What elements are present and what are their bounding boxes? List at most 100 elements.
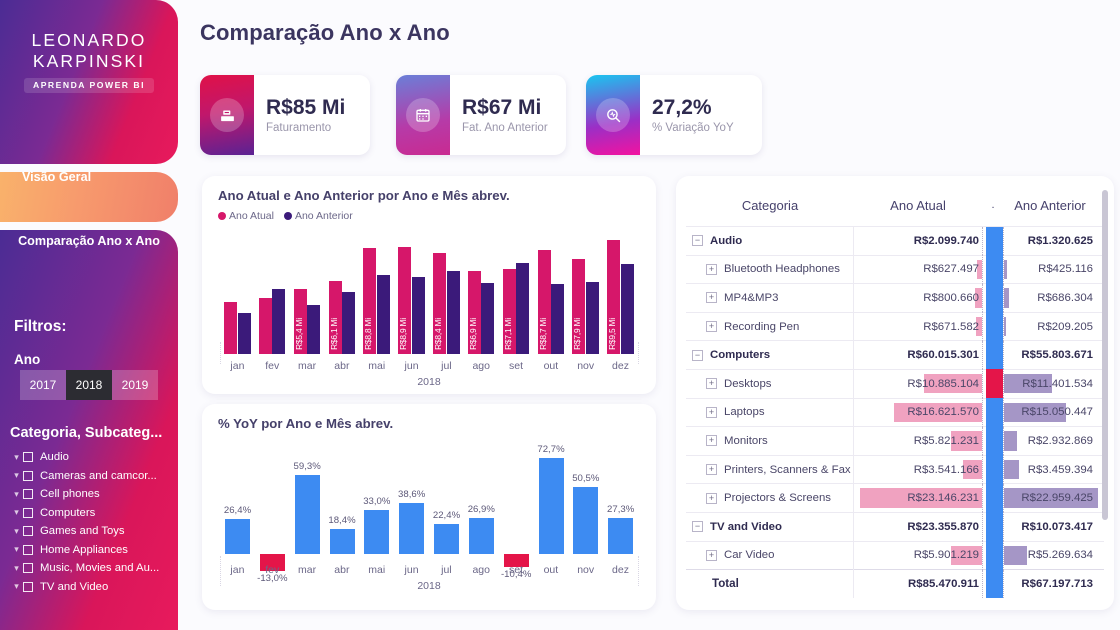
table-cell-categoria[interactable]: + Projectors & Screens [686,483,854,513]
chart-bar[interactable] [516,262,530,354]
table-cell-ano-anterior[interactable]: R$425.116 [1004,255,1096,284]
chart-bar[interactable]: R$9,5 Mi [607,240,621,354]
table-row[interactable]: − TV and Video R$23.355.870 R$10.073.417 [686,511,1104,542]
table-row[interactable]: + Car Video R$5.901.219 R$5.269.634 [686,540,1104,570]
chart-bar[interactable] [307,304,321,354]
chevron-down-icon[interactable]: ▾ [10,452,23,462]
chart-bar[interactable]: R$8,7 Mi [537,249,551,354]
table-header-row[interactable]: Categoria Ano Atual. Ano Anterior [686,184,1104,226]
category-item[interactable]: ▾ Games and Toys [10,522,176,541]
table-cell-categoria[interactable]: Total [686,569,854,599]
table-cell-categoria[interactable]: + Bluetooth Headphones [686,255,854,284]
kpi-card-fat-ano-anterior[interactable]: R$67 Mi Fat. Ano Anterior [396,75,566,155]
table-cell-indicator[interactable] [982,483,1004,513]
table-cell-ano-atual[interactable]: R$2.099.740 [854,227,982,256]
chevron-down-icon[interactable]: ▾ [10,582,23,591]
sidebar-item-comparacao-label[interactable]: Comparação Ano x Ano [0,234,178,248]
checkbox-icon[interactable] [23,470,33,481]
table-cell-ano-anterior[interactable]: R$67.197.713 [1004,570,1096,599]
matrix-table[interactable]: Categoria Ano Atual. Ano Anterior − Audio R$… [686,184,1104,599]
chart-bar[interactable] [258,297,272,354]
year-option-2017[interactable]: 2017 [20,370,66,400]
chart-bar[interactable] [538,457,564,554]
table-cell-ano-anterior[interactable]: R$10.073.417 [1004,512,1096,541]
expand-icon[interactable]: + [706,292,717,304]
checkbox-icon[interactable] [23,507,33,518]
chart-bar[interactable] [411,277,425,354]
chart-bar[interactable]: R$5,4 Mi [293,289,307,354]
chart-bar[interactable] [364,510,390,554]
expand-icon[interactable]: + [706,464,717,476]
legend-item[interactable]: Ano Anterior [283,210,353,222]
table-cell-categoria[interactable]: + Car Video [686,541,854,570]
table-cell-ano-atual[interactable]: R$3.541.166 [854,455,982,484]
checkbox-icon[interactable] [23,489,33,500]
year-slicer[interactable]: 2017 2018 2019 [20,370,158,400]
table-cell-ano-anterior[interactable]: R$5.269.634 [1004,541,1096,570]
collapse-icon[interactable]: − [692,349,703,361]
table-row[interactable]: + Desktops R$10.885.104 R$11.401.534 [686,368,1104,399]
chart-bar[interactable] [573,486,599,554]
table-cell-categoria[interactable]: + Laptops [686,398,854,427]
checkbox-icon[interactable] [23,581,33,592]
table-cell-ano-atual[interactable]: R$60.015.301 [854,341,982,370]
table-cell-indicator[interactable] [982,340,1004,370]
table-cell-categoria[interactable]: + MP4&MP3 [686,283,854,313]
chart-bar-group[interactable]: 18,4% [325,448,360,580]
chart-bar[interactable]: R$8,9 Mi [398,247,412,354]
table-cell-ano-atual[interactable]: R$10.885.104 [854,369,982,398]
chevron-down-icon[interactable]: ▾ [10,508,23,517]
table-cell-indicator[interactable] [982,369,1004,399]
chart-bar[interactable] [224,302,237,354]
table-cell-indicator[interactable] [982,426,1004,456]
table-cell-indicator[interactable] [982,226,1004,256]
table-column-header[interactable]: . [982,199,1004,211]
year-option-2018[interactable]: 2018 [66,370,112,400]
category-item[interactable]: ▾ Home Appliances [10,541,176,560]
table-cell-indicator[interactable] [982,255,1004,284]
table-row[interactable]: + Bluetooth Headphones R$627.497 R$425.116 [686,254,1104,284]
table-cell-categoria[interactable]: − Computers [686,340,854,370]
table-cell-ano-anterior[interactable]: R$209.205 [1004,312,1096,341]
chart-bar-group[interactable]: 72,7% [534,444,569,580]
table-cell-ano-atual[interactable]: R$23.146.231 [854,484,982,513]
table-cell-ano-anterior[interactable]: R$3.459.394 [1004,455,1096,484]
table-scrollbar-thumb[interactable] [1102,190,1108,520]
category-item[interactable]: ▾ Audio [10,448,176,467]
expand-icon[interactable]: + [706,263,717,275]
table-cell-ano-anterior[interactable]: R$2.932.869 [1004,427,1096,456]
table-cell-ano-atual[interactable]: R$85.470.911 [854,570,982,599]
table-row[interactable]: − Audio R$2.099.740 R$1.320.625 [686,226,1104,256]
chevron-down-icon[interactable]: ▾ [10,563,23,573]
table-cell-indicator[interactable] [982,312,1004,341]
legend-item[interactable]: Ano Atual [218,210,274,222]
yoy-chart-plot[interactable]: 26,4% -13,0% 59,3% 18,4% 33,0% 38,6% 22,4% 26,9… [220,444,638,584]
table-cell-categoria[interactable]: + Printers, Scanners & Fax [686,455,854,484]
chart-legend[interactable]: Ano Atual Ano Anterior [218,210,353,222]
table-cell-indicator[interactable] [982,569,1004,599]
expand-icon[interactable]: + [706,406,717,418]
table-row[interactable]: + MP4&MP3 R$800.660 R$686.304 [686,283,1104,313]
expand-icon[interactable]: + [706,378,717,390]
chart-bar-group[interactable]: 22,4% [429,448,464,580]
table-scrollbar[interactable] [1102,190,1108,540]
chart-bar[interactable] [446,271,460,354]
expand-icon[interactable]: + [706,549,717,561]
chart-bar-group[interactable]: 26,9% [464,448,499,580]
table-cell-indicator[interactable] [982,283,1004,313]
category-slicer[interactable]: ▾ Audio ▾ Cameras and camcor... ▾ Cell phones… [10,448,176,596]
table-cell-ano-atual[interactable]: R$5.901.219 [854,541,982,570]
table-cell-ano-atual[interactable]: R$5.821.231 [854,427,982,456]
table-cell-ano-atual[interactable]: R$23.355.870 [854,512,982,541]
table-body[interactable]: − Audio R$2.099.740 R$1.320.625 + Bluetooth H… [686,226,1104,599]
category-item[interactable]: ▾ Cell phones [10,485,176,504]
chart-bar-group[interactable]: 27,3% [603,448,638,580]
table-cell-indicator[interactable] [982,398,1004,427]
table-row[interactable]: + Projectors & Screens R$23.146.231 R$22.95… [686,483,1104,513]
table-row[interactable]: + Printers, Scanners & Fax R$3.541.166 R$3.… [686,454,1104,484]
checkbox-icon[interactable] [23,544,33,555]
table-cell-categoria[interactable]: + Desktops [686,369,854,399]
table-cell-indicator[interactable] [982,455,1004,484]
chart-bar[interactable] [294,475,320,554]
table-column-header[interactable]: Ano Anterior [1004,198,1096,213]
